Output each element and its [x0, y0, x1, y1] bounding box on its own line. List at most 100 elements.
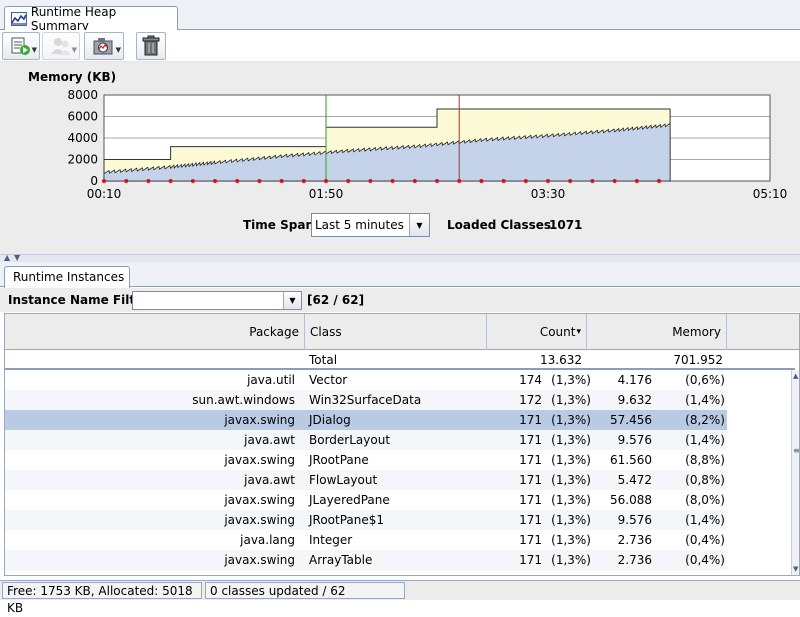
column-header-package[interactable]: Package — [5, 314, 305, 350]
total-row: Total 13.632 701.952 — [5, 350, 795, 370]
export-button[interactable]: ▼ — [2, 32, 40, 60]
snapshot-button[interactable]: ▼ — [84, 32, 124, 60]
tab-runtime-heap-summary[interactable]: Runtime Heap Summary — [4, 5, 178, 33]
collapse-down-icon[interactable]: ▼ — [14, 253, 20, 262]
cell-count: 171 — [519, 533, 542, 547]
cell-package: javax.swing — [224, 493, 295, 507]
gc-event-dot — [612, 179, 617, 183]
y-tick-label: 6000 — [67, 110, 98, 124]
chevron-down-icon[interactable]: ▼ — [409, 214, 429, 236]
chevron-down-icon: ▼ — [31, 46, 37, 54]
trash-can-icon — [142, 35, 160, 56]
cell-package: sun.awt.windows — [192, 393, 295, 407]
column-header-class[interactable]: Class — [305, 314, 487, 350]
chevron-down-icon: ▼ — [115, 46, 121, 54]
table-row[interactable]: java.util Vector 174 (1,3%) 4.176 (0,6%) — [5, 370, 727, 390]
gc-event-dot — [235, 179, 240, 183]
gc-event-dot — [501, 179, 506, 183]
cell-class: Integer — [309, 533, 353, 547]
y-tick-label: 8000 — [67, 88, 98, 102]
cell-memory: 5.472 — [617, 473, 652, 487]
cell-count-percent: (1,3%) — [551, 413, 591, 427]
loaded-classes-value: 1071 — [549, 218, 583, 232]
gc-event-dot — [346, 179, 351, 183]
column-header-filler — [727, 314, 799, 350]
table-row[interactable]: javax.swing JLayeredPane 171 (1,3%) 56.0… — [5, 490, 727, 510]
table-row[interactable]: javax.swing JRootPane 171 (1,3%) 61.560 … — [5, 450, 727, 470]
cell-package: javax.swing — [224, 453, 295, 467]
scroll-up-icon[interactable]: ▲ — [793, 372, 798, 380]
x-tick-label: 03:30 — [531, 187, 566, 201]
table-row[interactable]: javax.swing JRootPane$1 171 (1,3%) 9.576… — [5, 510, 727, 530]
x-tick-label: 00:10 — [87, 187, 122, 201]
column-header-count[interactable]: Count ▾ — [487, 314, 587, 350]
timespan-select[interactable]: Last 5 minutes ▼ — [311, 213, 430, 237]
cell-class: JRootPane — [309, 453, 369, 467]
column-header-label: Class — [310, 325, 342, 339]
cell-count: 171 — [519, 473, 542, 487]
table-row[interactable]: java.awt FlowLayout 171 (1,3%) 5.472 (0,… — [5, 470, 727, 490]
gc-event-dot — [124, 179, 129, 183]
gc-event-dot — [523, 179, 528, 183]
classes-status: 0 classes updated / 62 — [205, 582, 405, 599]
cell-memory-percent: (1,4%) — [685, 393, 725, 407]
cell-count: 171 — [519, 493, 542, 507]
x-axis: 00:10 01:50 03:30 05:10 — [87, 187, 788, 201]
gc-event-dot — [590, 179, 595, 183]
table-header: Package Class Count ▾ Memory — [5, 314, 799, 350]
sort-descending-icon: ▾ — [576, 327, 581, 337]
instance-filter-input[interactable] — [133, 292, 283, 309]
column-header-memory[interactable]: Memory — [587, 314, 727, 350]
cell-memory-percent: (1,4%) — [685, 433, 725, 447]
gc-event-dot — [634, 179, 639, 183]
gc-button[interactable] — [136, 32, 166, 60]
cell-package: java.lang — [240, 533, 295, 547]
cell-memory-percent: (0,4%) — [685, 553, 725, 567]
cell-count: 171 — [519, 433, 542, 447]
gc-event-dot — [568, 179, 573, 183]
memory-chart: 8000 6000 4000 2000 0 00:10 01:50 03:30 … — [67, 88, 788, 201]
vertical-scrollbar[interactable]: ▲ ≡ ▼ — [791, 370, 799, 575]
instance-filter-combobox[interactable]: ▼ — [132, 291, 302, 310]
cell-class: ArrayTable — [309, 553, 373, 567]
cell-count-percent: (1,3%) — [551, 453, 591, 467]
cell-memory: 9.576 — [617, 513, 652, 527]
cell-package: javax.swing — [224, 513, 295, 527]
table-row[interactable]: java.awt BorderLayout 171 (1,3%) 9.576 (… — [5, 430, 727, 450]
users-button[interactable]: ▼ — [42, 32, 80, 60]
tab-runtime-instances[interactable]: Runtime Instances — [4, 266, 130, 288]
filter-count: [62 / 62] — [307, 293, 365, 307]
y-tick-label: 0 — [90, 174, 98, 188]
cell-count: 174 — [519, 373, 542, 387]
collapse-up-icon[interactable]: ▲ — [4, 253, 10, 262]
x-tick-label: 01:50 — [309, 187, 344, 201]
cell-class: JRootPane$1 — [309, 513, 385, 527]
scroll-grip-icon[interactable]: ≡ — [793, 446, 799, 455]
table-row[interactable]: java.lang Integer 171 (1,3%) 2.736 (0,4%… — [5, 530, 727, 550]
table-row[interactable]: sun.awt.windows Win32SurfaceData 172 (1,… — [5, 390, 727, 410]
instances-table: Package Class Count ▾ Memory Total 13.63… — [4, 313, 800, 576]
cell-count-percent: (1,3%) — [551, 433, 591, 447]
users-icon — [51, 38, 71, 55]
gc-event-dot — [146, 179, 151, 183]
cell-class: Vector — [309, 373, 348, 387]
cell-package: java.awt — [244, 473, 295, 487]
cell-memory: 9.576 — [617, 433, 652, 447]
cell-package: java.awt — [244, 433, 295, 447]
table-row[interactable]: javax.swing ArrayTable 171 (1,3%) 2.736 … — [5, 550, 727, 570]
split-pane-divider[interactable]: ▲ ▼ — [0, 253, 800, 262]
cell-count-percent: (1,3%) — [551, 373, 591, 387]
chevron-down-icon[interactable]: ▼ — [283, 292, 301, 309]
y-tick-label: 2000 — [67, 153, 98, 167]
gc-event-dot — [435, 179, 439, 183]
scroll-down-icon[interactable]: ▼ — [793, 565, 798, 573]
gc-event-dot — [168, 179, 173, 183]
table-row[interactable]: javax.swing JDialog 171 (1,3%) 57.456 (8… — [5, 410, 727, 430]
cell-memory: 4.176 — [617, 373, 652, 387]
gc-event-dot — [368, 179, 373, 183]
cell-class: JLayeredPane — [309, 493, 390, 507]
chevron-down-icon: ▼ — [71, 46, 77, 54]
cell-memory-percent: (0,8%) — [685, 473, 725, 487]
total-memory: 701.952 — [673, 353, 723, 367]
heap-chart-icon — [11, 12, 27, 26]
